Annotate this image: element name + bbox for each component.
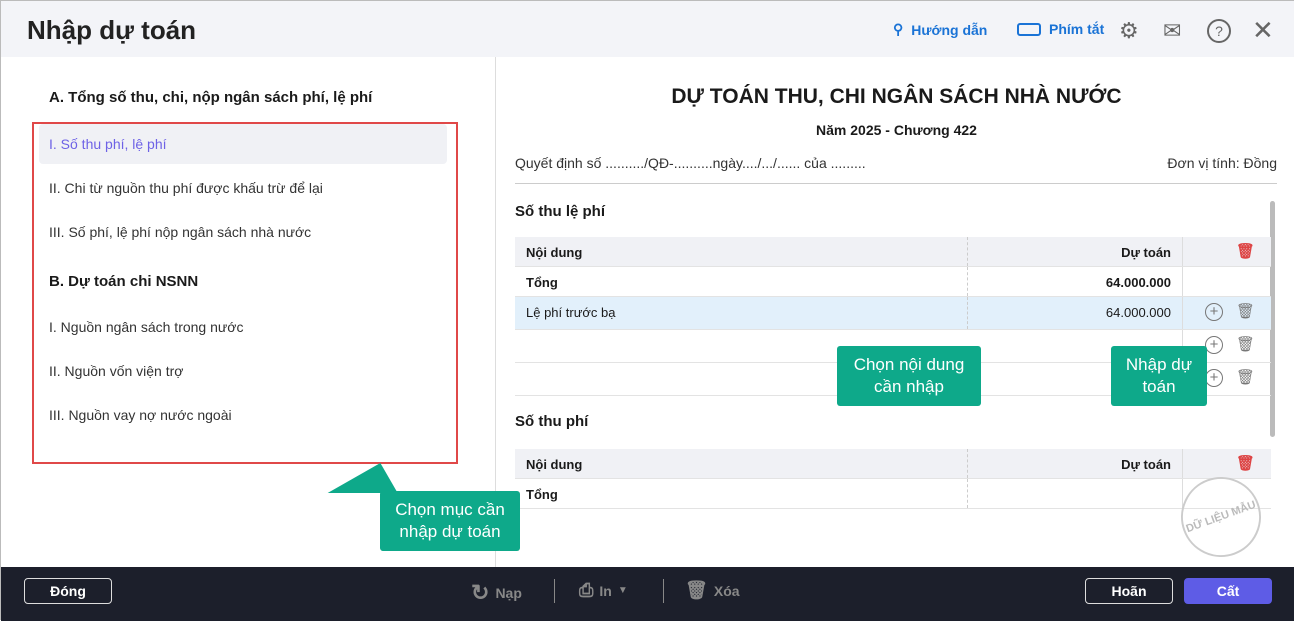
col-content: Nội dung: [526, 457, 583, 472]
add-row-icon[interactable]: +: [1205, 336, 1223, 354]
highlight-box: [32, 122, 458, 464]
total-row: Tổng 64.000.000: [515, 267, 1271, 297]
keyboard-icon: [1017, 22, 1041, 36]
col-content: Nội dung: [526, 245, 583, 260]
cancel-button[interactable]: Hoãn: [1085, 578, 1173, 604]
row-content[interactable]: Lệ phí trước bạ: [526, 305, 616, 320]
help-icon[interactable]: ?: [1207, 19, 1231, 43]
print-button[interactable]: ⎙ In ▼: [579, 580, 628, 601]
mail-forward-icon[interactable]: ✉: [1163, 19, 1187, 43]
callout-select-item: Chọn mục cần nhập dự toán: [380, 491, 520, 551]
print-label: In: [599, 582, 612, 599]
decision-line: Quyết định số ........../QĐ-..........ng…: [515, 155, 866, 171]
shortcut-label: Phím tắt: [1049, 21, 1105, 37]
doc-title: DỰ TOÁN THU, CHI NGÂN SÁCH NHÀ NƯỚC: [671, 85, 1122, 108]
delete-row-icon[interactable]: 🗑: [1236, 303, 1255, 321]
close-button[interactable]: Đóng: [24, 578, 112, 604]
delete-all-icon[interactable]: 🗑: [1236, 455, 1255, 473]
reload-icon: ↻: [471, 580, 490, 605]
guide-label: Hướng dẫn: [911, 21, 988, 38]
col-estimate: Dự toán: [1121, 457, 1171, 472]
document-panel: DỰ TOÁN THU, CHI NGÂN SÁCH NHÀ NƯỚC Năm …: [498, 57, 1294, 567]
divider: [554, 579, 555, 603]
total-label: Tổng: [526, 275, 558, 290]
delete-button[interactable]: 🗑 Xóa: [685, 580, 740, 601]
divider: [663, 579, 664, 603]
chevron-down-icon: ▼: [617, 585, 628, 596]
signpost-icon: ⚲: [893, 21, 904, 37]
total-label: Tổng: [526, 487, 558, 502]
add-row-icon[interactable]: +: [1205, 303, 1223, 321]
col-estimate: Dự toán: [1121, 245, 1171, 260]
reload-button[interactable]: ↻ Nạp: [471, 580, 522, 606]
printer-icon: ⎙: [579, 580, 594, 600]
callout-select-content: Chọn nội dung cần nhập: [837, 346, 981, 406]
shortcut-button[interactable]: Phím tắt: [1017, 21, 1104, 37]
table-header: Nội dung Dự toán 🗑: [515, 237, 1271, 267]
delete-row-icon[interactable]: 🗑: [1236, 336, 1255, 354]
divider: [515, 183, 1277, 184]
table1-heading: Số thu lệ phí: [515, 203, 605, 220]
reload-label: Nạp: [495, 585, 522, 601]
table2-heading: Số thu phí: [515, 413, 589, 430]
delete-all-icon[interactable]: 🗑: [1236, 243, 1255, 261]
delete-row-icon[interactable]: 🗑: [1236, 369, 1255, 387]
trash-icon: 🗑: [685, 580, 708, 600]
footer-toolbar: Đóng ↻ Nạp ⎙ In ▼ 🗑 Xóa Hoãn Cất: [1, 567, 1294, 621]
guide-button[interactable]: ⚲ Hướng dẫn: [893, 21, 987, 38]
fee-table-2: Nội dung Dự toán 🗑 Tổng: [515, 449, 1271, 509]
total-value: 64.000.000: [1105, 275, 1171, 290]
table-row[interactable]: Lệ phí trước bạ 64.000.000 + 🗑: [515, 297, 1271, 330]
page-title: Nhập dự toán: [27, 15, 197, 45]
close-icon[interactable]: ✕: [1252, 17, 1276, 43]
add-row-icon[interactable]: +: [1205, 369, 1223, 387]
doc-subtitle: Năm 2025 - Chương 422: [816, 122, 977, 138]
header: Nhập dự toán ⚲ Hướng dẫn Phím tắt ⚙ ✉ ? ✕: [1, 1, 1294, 57]
table-header: Nội dung Dự toán 🗑: [515, 449, 1271, 479]
callout-enter-estimate: Nhập dự toán: [1111, 346, 1207, 406]
gear-icon[interactable]: ⚙: [1119, 19, 1143, 43]
save-button[interactable]: Cất: [1184, 578, 1272, 604]
total-row: Tổng: [515, 479, 1271, 509]
delete-label: Xóa: [713, 582, 740, 599]
section-a-heading: A. Tổng số thu, chi, nộp ngân sách phí, …: [49, 89, 373, 106]
unit-label: Đơn vị tính: Đồng: [1167, 155, 1277, 171]
row-estimate[interactable]: 64.000.000: [1106, 305, 1171, 320]
